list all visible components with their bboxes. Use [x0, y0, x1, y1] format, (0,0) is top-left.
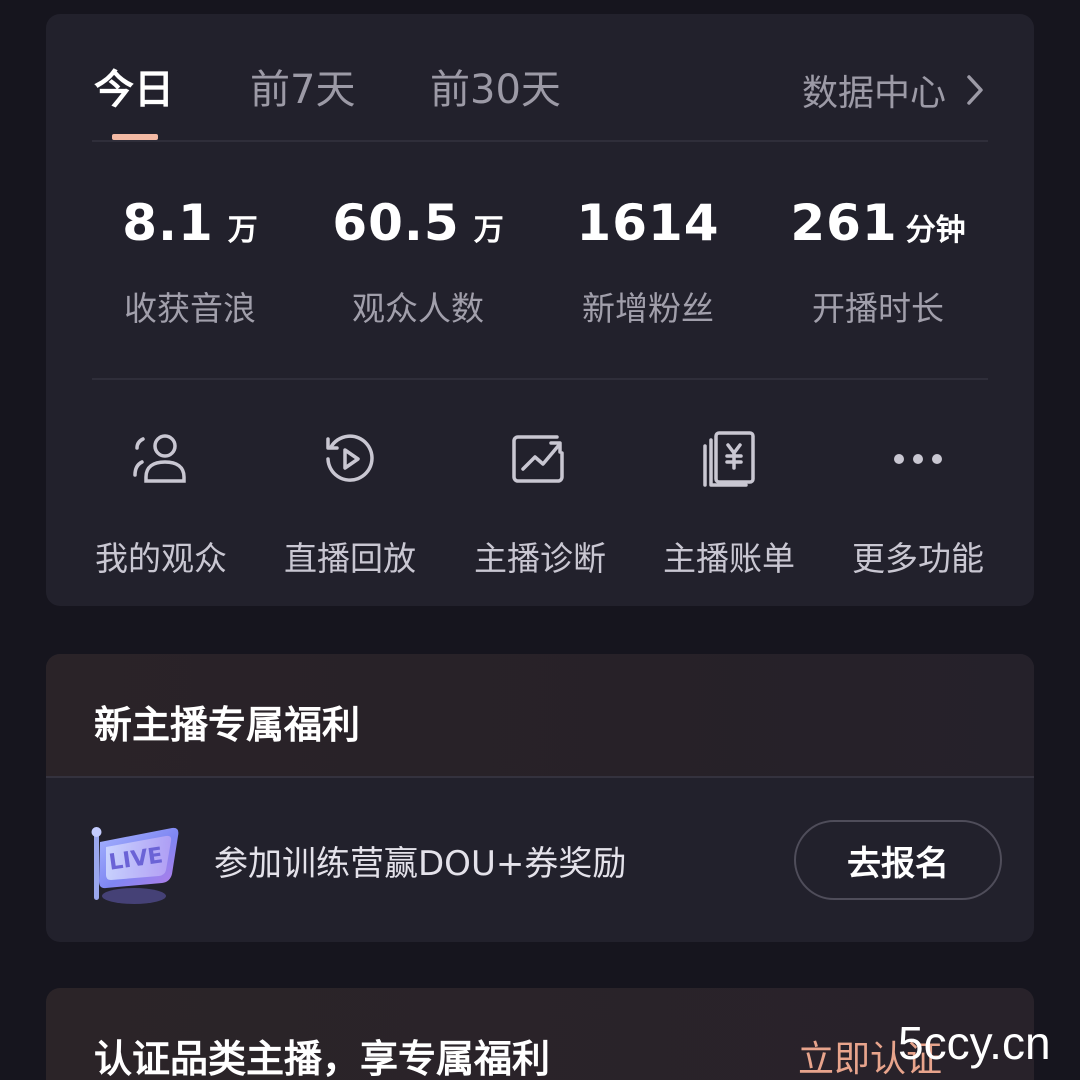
data-center-link[interactable]: 数据中心	[802, 64, 990, 116]
audience-icon	[66, 424, 256, 494]
metric-label: 新增粉丝	[582, 289, 714, 328]
metric-label: 收获音浪	[124, 289, 256, 328]
stats-card: 今日 前7天 前30天 数据中心 8.1 万 收获音浪 60.5 万 观众人数 …	[46, 14, 1034, 606]
benefit-title: 新主播专属福利	[94, 703, 361, 747]
tab-last-7-days[interactable]: 前7天	[250, 64, 355, 116]
metric-live-duration[interactable]: 261 分钟 开播时长	[764, 194, 992, 330]
action-live-replay[interactable]: 直播回放	[255, 424, 445, 580]
metric-sound-waves[interactable]: 8.1 万 收获音浪	[76, 194, 304, 330]
replay-icon	[255, 424, 445, 494]
action-label: 我的观众	[95, 539, 227, 578]
metric-value: 261	[790, 194, 898, 252]
action-label: 主播账单	[663, 539, 795, 578]
action-host-bill[interactable]: 主播账单	[634, 424, 824, 580]
watermark: 5ccy.cn	[898, 1017, 1051, 1069]
action-label: 更多功能	[852, 539, 984, 578]
new-host-benefit-card: 新主播专属福利 LIVE 参加训练营赢DOU+券奖励 去报名	[46, 654, 1034, 942]
chevron-right-icon	[960, 64, 990, 116]
benefit-item[interactable]: LIVE 参加训练营赢DOU+券奖励 去报名	[46, 780, 1034, 942]
action-host-diagnosis[interactable]: 主播诊断	[445, 424, 635, 580]
action-more-features[interactable]: 更多功能	[823, 424, 1013, 580]
action-label: 直播回放	[284, 539, 416, 578]
metric-new-followers[interactable]: 1614 新增粉丝	[534, 194, 762, 330]
metrics-row: 8.1 万 收获音浪 60.5 万 观众人数 1614 新增粉丝 261 分钟 …	[46, 194, 1034, 344]
action-label: 主播诊断	[474, 539, 606, 578]
action-my-audience[interactable]: 我的观众	[66, 424, 256, 580]
metric-label: 开播时长	[812, 289, 944, 328]
signup-button[interactable]: 去报名	[794, 820, 1002, 900]
metric-value: 1614	[576, 194, 720, 252]
tab-last-30-days[interactable]: 前30天	[430, 64, 561, 116]
metric-unit: 万	[473, 213, 504, 248]
metric-value: 8.1	[122, 194, 214, 252]
metrics-divider	[92, 378, 988, 380]
quick-actions: 我的观众 直播回放 主播诊断 主播账单 更多功能	[46, 424, 1034, 578]
category-certification-card: 认证品类主播，享专属福利 立即认证	[46, 988, 1034, 1080]
metric-unit: 万	[227, 213, 258, 248]
benefit-item-text: 参加训练营赢DOU+券奖励	[214, 844, 627, 884]
data-center-label: 数据中心	[801, 73, 946, 114]
metric-value: 60.5	[332, 194, 460, 252]
metric-viewers[interactable]: 60.5 万 观众人数	[304, 194, 532, 330]
live-badge-icon: LIVE	[86, 814, 186, 910]
certify-title: 认证品类主播，享专属福利	[94, 1037, 551, 1080]
benefit-header: 新主播专属福利	[46, 654, 1034, 778]
diagnosis-icon	[445, 424, 635, 494]
bill-icon	[634, 424, 824, 494]
more-icon	[823, 424, 1013, 494]
period-tabs: 今日 前7天 前30天 数据中心	[46, 14, 1034, 142]
metric-label: 观众人数	[352, 289, 484, 328]
page: 今日 前7天 前30天 数据中心 8.1 万 收获音浪 60.5 万 观众人数 …	[0, 0, 1080, 1080]
tab-today[interactable]: 今日	[94, 64, 174, 116]
tabs-divider	[92, 140, 988, 142]
metric-unit: 分钟	[905, 213, 966, 248]
